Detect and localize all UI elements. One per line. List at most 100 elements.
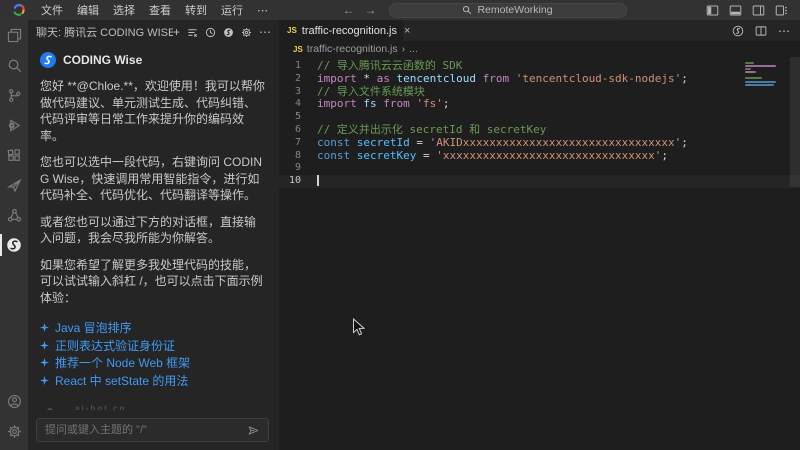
chat-input[interactable] bbox=[45, 424, 247, 436]
clear-list-icon[interactable] bbox=[187, 27, 198, 38]
chat-paragraph: 或者您也可以通过下方的对话框，直接输入问题，我会尽我所能为你解答。 bbox=[40, 214, 267, 247]
sparkle-icon bbox=[40, 323, 49, 332]
assistant-name: CODING Wise bbox=[63, 53, 142, 67]
js-file-icon: JS bbox=[293, 45, 303, 54]
breadcrumb[interactable]: JS traffic-recognition.js › ... bbox=[279, 41, 800, 57]
deploy-rocket-icon[interactable] bbox=[0, 170, 28, 200]
sparkle-icon bbox=[40, 376, 49, 385]
code-line[interactable]: 4import fs from 'fs'; bbox=[279, 98, 800, 111]
code-editor[interactable]: 1// 导入腾讯云云函数的 SDK2import * as tencentclo… bbox=[279, 57, 800, 188]
line-number: 2 bbox=[279, 73, 301, 86]
title-bar: 文件编辑选择查看转到运行⋯ ← → RemoteWorking bbox=[0, 0, 800, 20]
example-link-label: React 中 setState 的用法 bbox=[55, 372, 188, 389]
code-line[interactable]: 10 bbox=[279, 175, 800, 188]
chat-paragraph: 您也可以选中一段代码，右键询问 CODING Wise，快速调用常用智能指令，进… bbox=[40, 154, 267, 204]
menu-item[interactable]: 查看 bbox=[142, 2, 178, 18]
history-icon[interactable] bbox=[205, 27, 216, 38]
line-number: 6 bbox=[279, 124, 301, 137]
settings-gear-icon[interactable] bbox=[241, 27, 252, 38]
minimap[interactable] bbox=[745, 62, 787, 93]
new-chat-icon[interactable]: + bbox=[173, 26, 180, 38]
line-number: 4 bbox=[279, 98, 301, 111]
sidebar-chat-panel: 聊天: 腾讯云 CODING WISE + ⋯ bbox=[28, 20, 279, 450]
editor-group: JS traffic-recognition.js × ⋯ JS traffic… bbox=[279, 20, 800, 450]
line-number: 8 bbox=[279, 150, 301, 163]
code-line[interactable]: 9 bbox=[279, 162, 800, 175]
coding-wise-icon[interactable] bbox=[0, 230, 28, 260]
customize-layout-icon[interactable] bbox=[775, 4, 788, 17]
window-title: RemoteWorking bbox=[477, 4, 552, 16]
sidebar-title: 聊天: 腾讯云 CODING WISE bbox=[36, 24, 173, 40]
history-back-button[interactable]: ← bbox=[343, 0, 355, 20]
account-icon[interactable] bbox=[0, 386, 28, 416]
example-links: Java 冒泡排序正则表达式验证身份证推荐一个 Node Web 框架React… bbox=[40, 319, 267, 389]
example-link-label: 推荐一个 Node Web 框架 bbox=[55, 354, 190, 371]
line-number: 9 bbox=[279, 162, 301, 175]
chat-input-box[interactable] bbox=[36, 418, 269, 442]
tab-label: traffic-recognition.js bbox=[302, 25, 397, 37]
watermark-url: ai-bot.cn bbox=[75, 404, 140, 410]
toggle-panel-icon[interactable] bbox=[729, 4, 742, 17]
extensions-icon[interactable] bbox=[0, 140, 28, 170]
close-icon[interactable]: × bbox=[404, 25, 410, 37]
line-number: 7 bbox=[279, 137, 301, 150]
settings-gear-icon[interactable] bbox=[0, 416, 28, 446]
chat-paragraph: 如果您希望了解更多我处理代码的技能，可以试试输入斜杠 /，也可以点击下面示例体验… bbox=[40, 257, 267, 307]
text-caret bbox=[317, 175, 319, 186]
split-editor-icon[interactable] bbox=[755, 25, 767, 37]
menu-item[interactable]: 运行 bbox=[214, 2, 250, 18]
scrollbar-thumb[interactable] bbox=[790, 57, 800, 187]
assistant-avatar bbox=[40, 52, 56, 68]
menu-item[interactable]: 文件 bbox=[34, 2, 70, 18]
coding-wise-small-icon[interactable] bbox=[223, 27, 234, 38]
example-link[interactable]: Java 冒泡排序 bbox=[40, 319, 267, 337]
search-icon[interactable] bbox=[0, 50, 28, 80]
example-link[interactable]: 正则表达式验证身份证 bbox=[40, 337, 267, 355]
js-file-icon: JS bbox=[287, 26, 297, 35]
cluster-icon[interactable] bbox=[0, 200, 28, 230]
history-forward-button[interactable]: → bbox=[365, 0, 377, 20]
editor-scrollbar[interactable] bbox=[790, 57, 800, 450]
menu-bar: 文件编辑选择查看转到运行⋯ bbox=[34, 2, 275, 18]
line-number: 3 bbox=[279, 86, 301, 99]
more-actions-icon[interactable]: ⋯ bbox=[778, 24, 790, 38]
menu-item[interactable]: ⋯ bbox=[250, 4, 275, 17]
chat-paragraphs: 您好 **@Chloe.**，欢迎使用！我可以帮你做代码建议、单元测试生成、代码… bbox=[40, 78, 267, 306]
code-line[interactable]: 8const secretKey = 'xxxxxxxxxxxxxxxxxxxx… bbox=[279, 150, 800, 163]
toggle-primary-sidebar-icon[interactable] bbox=[706, 4, 719, 17]
toggle-secondary-sidebar-icon[interactable] bbox=[752, 4, 765, 17]
mouse-cursor bbox=[352, 318, 365, 337]
line-number: 10 bbox=[279, 175, 301, 188]
activity-bar bbox=[0, 20, 28, 450]
line-number: 5 bbox=[279, 111, 301, 124]
ai-bot-logo-icon bbox=[40, 407, 68, 410]
run-debug-icon[interactable] bbox=[0, 110, 28, 140]
line-number: 1 bbox=[279, 60, 301, 73]
coding-wise-action-icon[interactable] bbox=[732, 25, 744, 37]
chevron-right-icon: › bbox=[402, 43, 406, 55]
more-actions-icon[interactable]: ⋯ bbox=[259, 26, 271, 38]
menu-item[interactable]: 转到 bbox=[178, 2, 214, 18]
breadcrumb-file[interactable]: traffic-recognition.js bbox=[307, 43, 398, 55]
example-link[interactable]: 推荐一个 Node Web 框架 bbox=[40, 354, 267, 372]
coding-app-logo-icon bbox=[12, 3, 26, 17]
source-control-icon[interactable] bbox=[0, 80, 28, 110]
sparkle-icon bbox=[40, 358, 49, 367]
explorer-icon[interactable] bbox=[0, 20, 28, 50]
menu-item[interactable]: 选择 bbox=[106, 2, 142, 18]
chat-message-area: CODING Wise 您好 **@Chloe.**，欢迎使用！我可以帮你做代码… bbox=[28, 46, 279, 410]
tab-bar: JS traffic-recognition.js × ⋯ bbox=[279, 20, 800, 41]
send-icon[interactable] bbox=[247, 424, 260, 437]
chat-paragraph: 您好 **@Chloe.**，欢迎使用！我可以帮你做代码建议、单元测试生成、代码… bbox=[40, 78, 267, 144]
example-link[interactable]: React 中 setState 的用法 bbox=[40, 372, 267, 390]
tab-traffic-recognition[interactable]: JS traffic-recognition.js × bbox=[279, 20, 403, 41]
breadcrumb-more[interactable]: ... bbox=[409, 43, 418, 55]
example-link-label: 正则表达式验证身份证 bbox=[55, 337, 175, 354]
menu-item[interactable]: 编辑 bbox=[70, 2, 106, 18]
watermark: ai-bot.cn AI工具集 bbox=[40, 404, 267, 410]
search-icon bbox=[462, 5, 472, 15]
sidebar-header: 聊天: 腾讯云 CODING WISE + ⋯ bbox=[28, 20, 279, 44]
command-center-search[interactable]: RemoteWorking bbox=[389, 3, 627, 18]
code-lines: 1// 导入腾讯云云函数的 SDK2import * as tencentclo… bbox=[279, 60, 800, 188]
sparkle-icon bbox=[40, 341, 49, 350]
